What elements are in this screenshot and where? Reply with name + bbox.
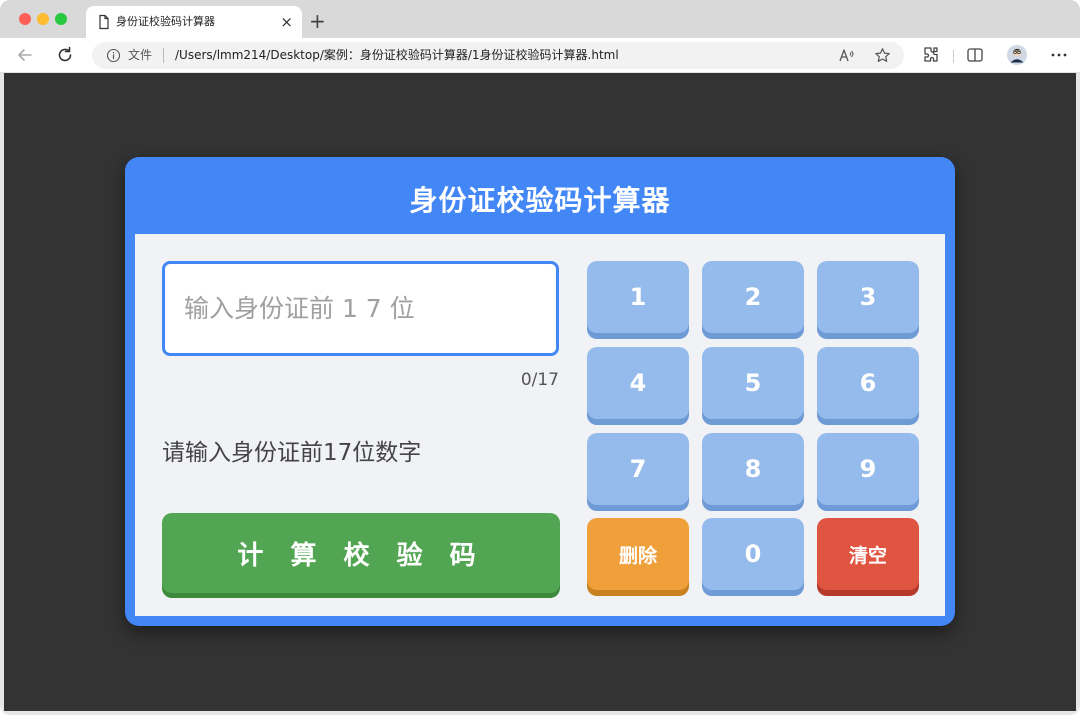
key-8[interactable]: 8 [702, 433, 804, 505]
calculator-card: 身份证校验码计算器 0/17 请输入身份证前17位数字 计 算 校 验 码 1 … [125, 157, 955, 626]
reload-icon[interactable] [54, 44, 76, 66]
extensions-icon[interactable] [920, 44, 942, 66]
calculate-button[interactable]: 计 算 校 验 码 [162, 513, 560, 593]
profile-avatar[interactable] [1006, 44, 1028, 66]
split-screen-icon[interactable] [964, 44, 986, 66]
info-icon[interactable] [106, 48, 121, 63]
status-hint: 请输入身份证前17位数字 [162, 440, 422, 466]
character-counter: 0/17 [520, 370, 559, 390]
address-divider [163, 48, 164, 63]
key-6[interactable]: 6 [817, 347, 919, 419]
clear-button[interactable]: 清空 [817, 518, 919, 590]
minimize-window-button[interactable] [37, 13, 49, 25]
new-tab-button[interactable]: + [309, 9, 326, 33]
tab-title: 身份证校验码计算器 [116, 15, 215, 28]
address-bar[interactable]: 文件 /Users/lmm214/Desktop/案例：身份证校验码计算器/1身… [92, 42, 904, 69]
key-9[interactable]: 9 [817, 433, 919, 505]
browser-toolbar: 文件 /Users/lmm214/Desktop/案例：身份证校验码计算器/1身… [0, 38, 1080, 73]
tab-close-icon[interactable]: × [280, 13, 293, 31]
tab-bar: 身份证校验码计算器 × + [0, 0, 1080, 38]
close-window-button[interactable] [19, 13, 31, 25]
key-5[interactable]: 5 [702, 347, 804, 419]
read-aloud-icon[interactable] [838, 47, 855, 64]
back-arrow-icon[interactable] [14, 44, 36, 66]
key-3[interactable]: 3 [817, 261, 919, 333]
key-0[interactable]: 0 [702, 518, 804, 590]
id-number-input[interactable] [162, 261, 559, 356]
address-url[interactable]: /Users/lmm214/Desktop/案例：身份证校验码计算器/1身份证校… [175, 48, 619, 63]
key-4[interactable]: 4 [587, 347, 689, 419]
maximize-window-button[interactable] [55, 13, 67, 25]
more-menu-icon[interactable] [1048, 44, 1070, 66]
toolbar-divider [953, 50, 954, 63]
browser-window: 身份证校验码计算器 × + 文件 /Users/lmm214/Desktop/案… [0, 0, 1080, 715]
calculator-body: 0/17 请输入身份证前17位数字 计 算 校 验 码 1 2 3 4 5 6 … [135, 234, 945, 616]
delete-button[interactable]: 删除 [587, 518, 689, 590]
address-scheme-label: 文件 [128, 48, 153, 62]
key-7[interactable]: 7 [587, 433, 689, 505]
key-2[interactable]: 2 [702, 261, 804, 333]
calculator-title: 身份证校验码计算器 [409, 184, 671, 217]
browser-tab[interactable]: 身份证校验码计算器 × [86, 6, 302, 38]
favorite-star-icon[interactable] [874, 47, 891, 64]
key-1[interactable]: 1 [587, 261, 689, 333]
document-icon [99, 14, 109, 30]
